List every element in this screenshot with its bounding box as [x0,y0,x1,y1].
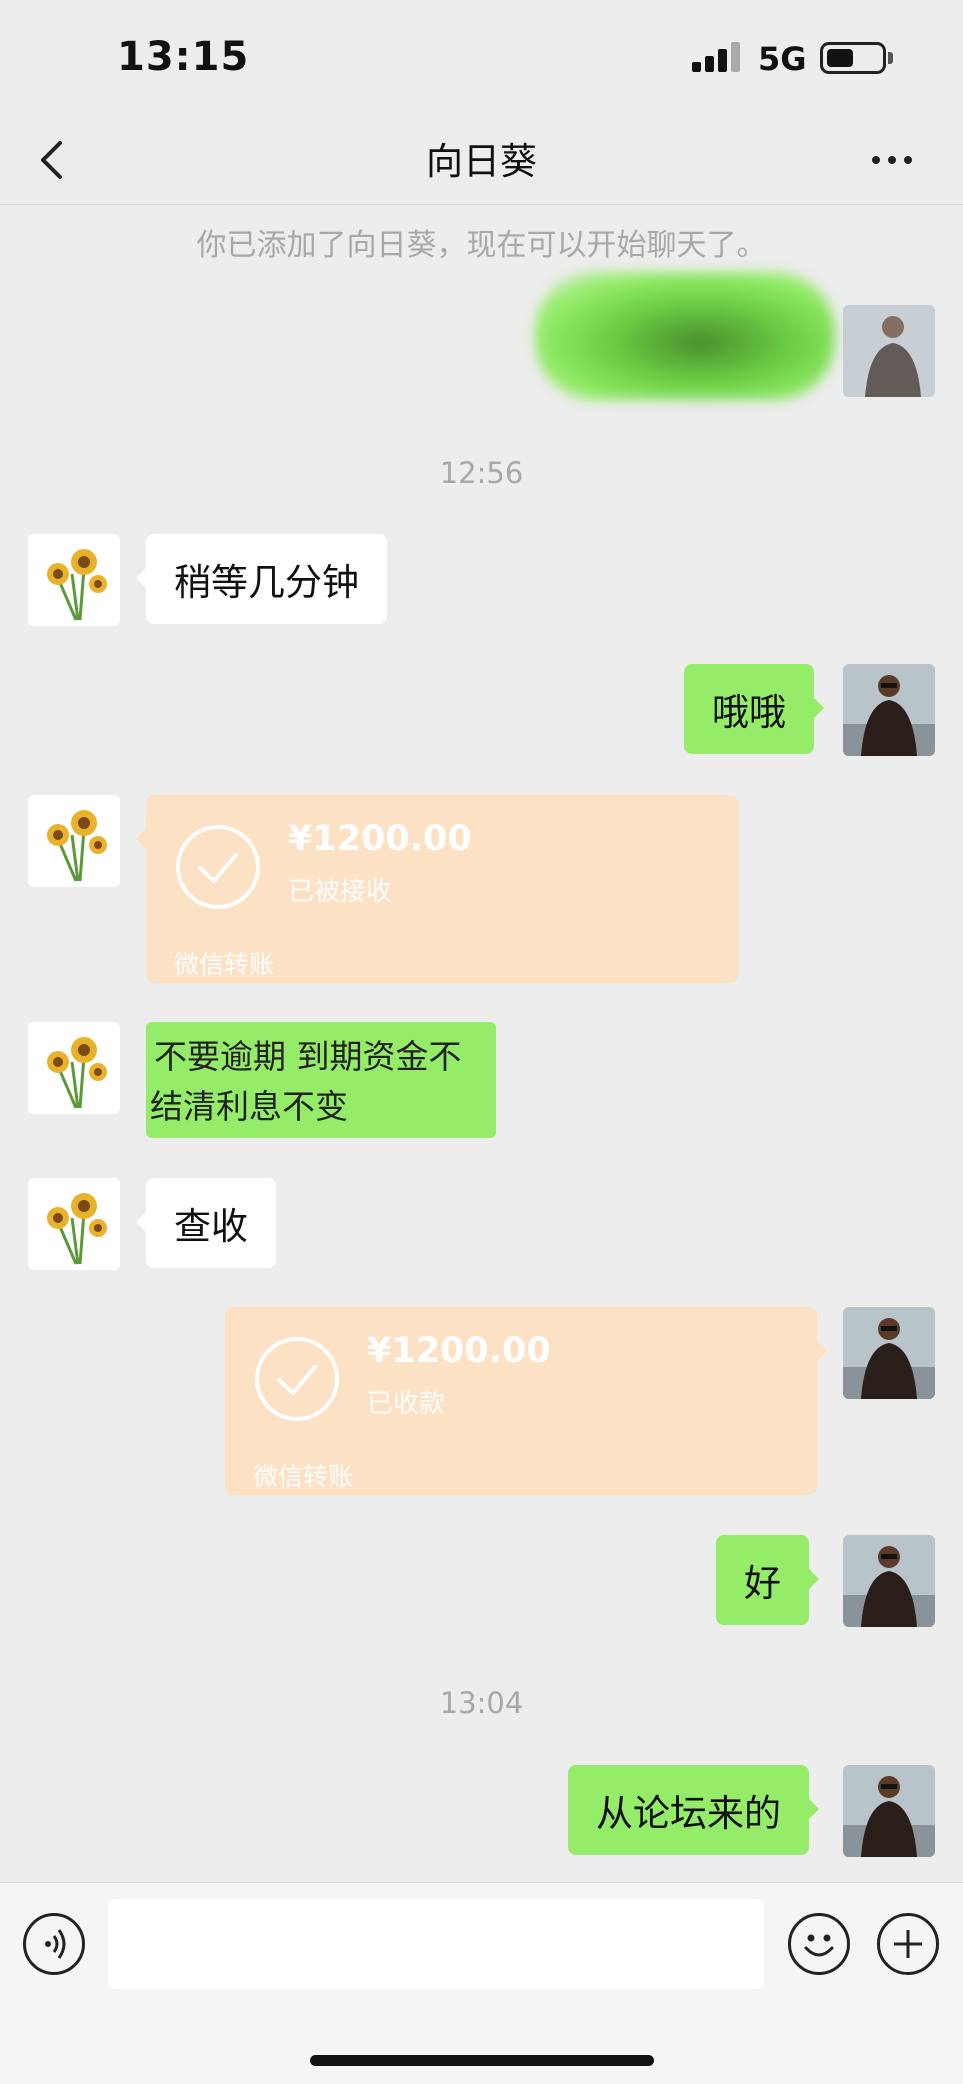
battery-icon [820,42,886,74]
voice-icon[interactable] [23,1913,85,1975]
notice-image[interactable]: 不要逾期 到期资金不 结清利息不变 [146,1022,496,1138]
transfer-card[interactable]: ¥1200.00 已被接收 微信转账 [136,795,738,983]
message-bubble[interactable]: 哦哦 [684,664,824,754]
notice-line: 结清利息不变 [150,1087,348,1126]
transfer-status: 已被接收 [288,877,393,907]
signal-icon [692,40,744,72]
system-note: 你已添加了向日葵，现在可以开始聊天了。 [196,228,767,263]
my-avatar[interactable] [843,305,935,397]
ellipsis-icon[interactable] [872,145,924,175]
message-bubble[interactable]: 从论坛来的 [568,1765,819,1855]
transfer-card[interactable]: ¥1200.00 已收款 微信转账 [225,1307,827,1495]
timestamp: 13:04 [439,1686,524,1720]
my-avatar[interactable] [843,1765,935,1857]
emoji-icon[interactable] [788,1913,850,1975]
transfer-status: 已收款 [367,1389,446,1419]
my-avatar[interactable] [843,1307,935,1399]
my-avatar[interactable] [843,1535,935,1627]
contact-avatar[interactable] [28,1022,120,1114]
transfer-amount: ¥1200.00 [288,819,472,859]
contact-avatar[interactable] [28,795,120,887]
home-indicator [310,2055,654,2066]
transfer-footer: 微信转账 [174,950,275,979]
my-avatar[interactable] [843,664,935,756]
timestamp: 12:56 [439,456,524,490]
status-bar: 13:15 5G [0,0,963,115]
check-circle-icon [176,825,260,909]
message-bubble[interactable]: 稍等几分钟 [136,534,387,624]
contact-avatar[interactable] [28,534,120,626]
status-time: 13:15 [117,34,250,80]
blurred-message [535,272,835,400]
input-bar [0,1882,963,2084]
transfer-footer: 微信转账 [253,1462,354,1491]
message-bubble[interactable]: 查收 [136,1178,276,1268]
contact-avatar[interactable] [28,1178,120,1270]
chat-title: 向日葵 [426,140,537,183]
notice-line: 不要逾期 到期资金不 [154,1037,462,1076]
battery-cap [888,52,893,64]
message-input[interactable] [108,1899,764,1989]
chat-header: 向日葵 [0,115,963,205]
plus-icon[interactable] [877,1913,939,1975]
network-label: 5G [758,40,807,78]
check-circle-icon [255,1337,339,1421]
transfer-amount: ¥1200.00 [367,1331,551,1371]
message-bubble[interactable]: 好 [716,1535,819,1625]
